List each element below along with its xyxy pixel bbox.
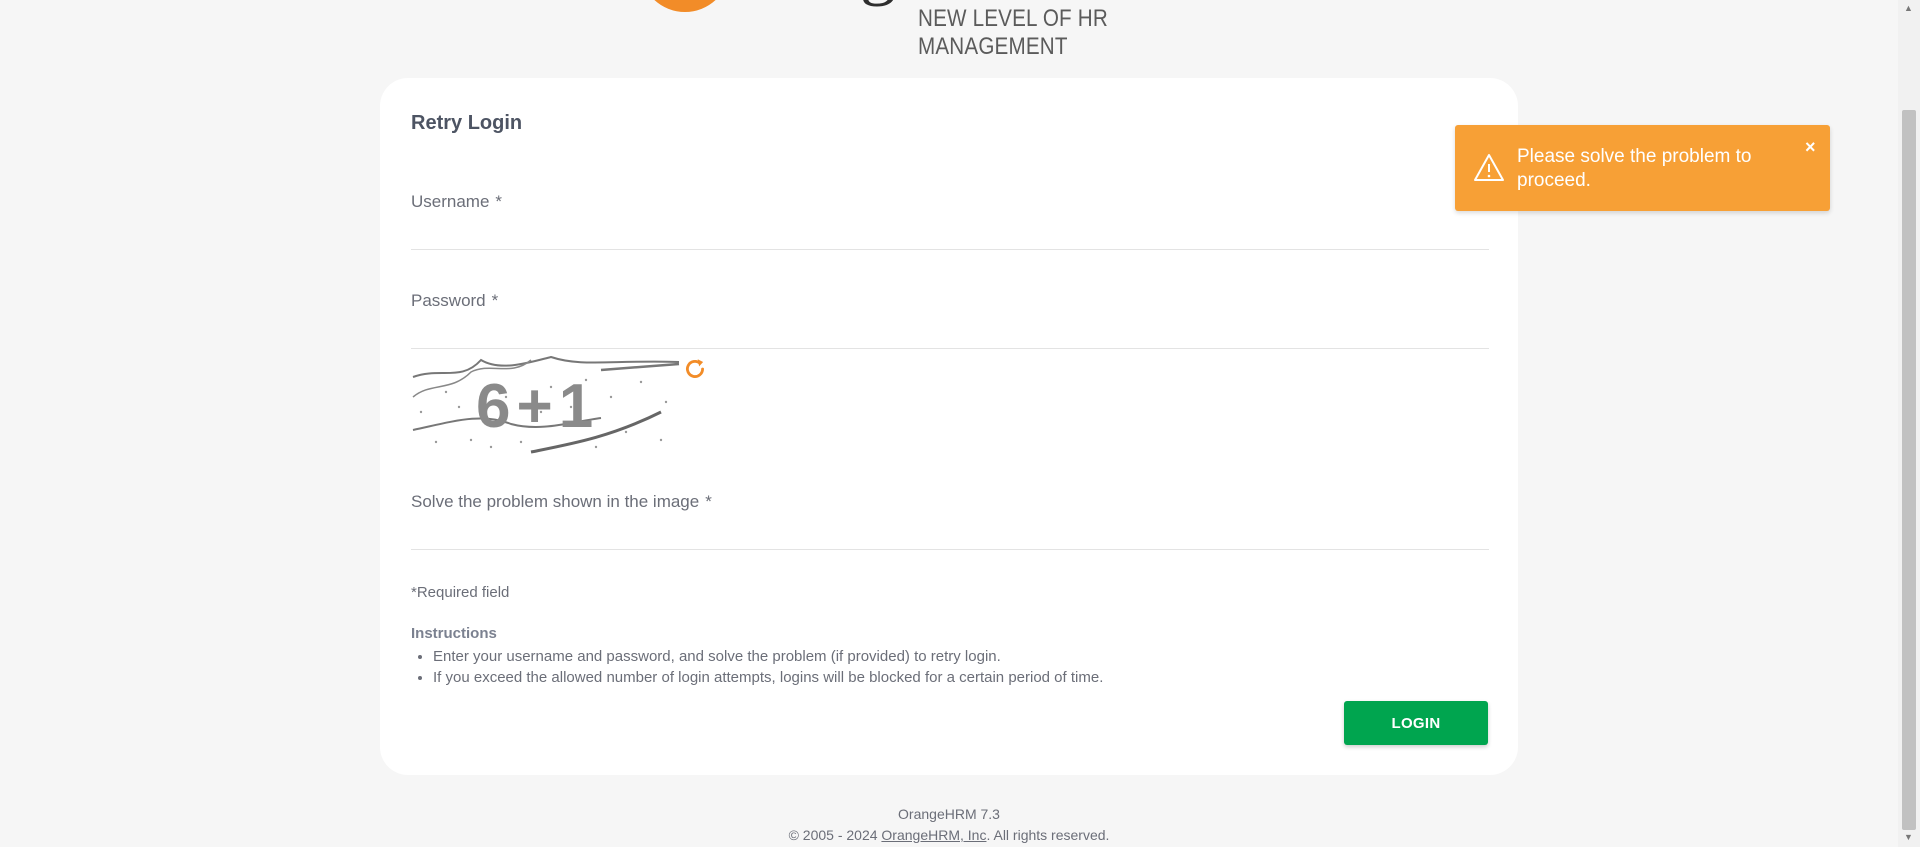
page-title: Retry Login bbox=[411, 112, 523, 134]
scroll-up-icon[interactable]: ▲ bbox=[1904, 3, 1913, 13]
copyright-suffix: . All rights reserved. bbox=[986, 827, 1110, 843]
required-mark: * bbox=[491, 291, 499, 310]
logo: g NEW LEVEL OF HR MANAGEMENT bbox=[640, 0, 1280, 60]
logo-tagline: NEW LEVEL OF HR MANAGEMENT bbox=[918, 5, 1108, 60]
password-input[interactable] bbox=[411, 311, 1489, 349]
username-field: Username * bbox=[411, 192, 1489, 250]
password-field: Password * bbox=[411, 291, 1489, 349]
logo-ring bbox=[640, 0, 730, 12]
captcha-input[interactable] bbox=[411, 512, 1489, 550]
captcha-image: 6+1 bbox=[412, 355, 680, 454]
captcha-field: Solve the problem shown in the image * bbox=[411, 492, 1489, 550]
captcha-text: 6+1 bbox=[476, 372, 599, 441]
footer-copyright: © 2005 - 2024 OrangeHRM, Inc. All rights… bbox=[0, 827, 1898, 843]
warning-icon bbox=[1474, 154, 1504, 181]
username-label: Username bbox=[411, 192, 490, 211]
company-link[interactable]: OrangeHRM, Inc bbox=[881, 827, 986, 843]
close-icon[interactable]: × bbox=[1805, 137, 1816, 158]
instruction-item: If you exceed the allowed number of logi… bbox=[433, 667, 1411, 688]
instructions-list: Enter your username and password, and so… bbox=[411, 646, 1411, 688]
instruction-item: Enter your username and password, and so… bbox=[433, 646, 1411, 667]
login-button[interactable]: LOGIN bbox=[1344, 701, 1488, 745]
captcha-label: Solve the problem shown in the image bbox=[411, 492, 700, 511]
instructions: Instructions Enter your username and pas… bbox=[411, 625, 1411, 688]
scroll-down-icon[interactable]: ▼ bbox=[1904, 832, 1913, 842]
scrollbar[interactable]: ▲ ▼ bbox=[1898, 0, 1920, 847]
logo-text: g bbox=[860, 0, 896, 9]
toast-message: Please solve the problem to proceed. bbox=[1517, 146, 1752, 191]
scrollbar-thumb[interactable] bbox=[1902, 110, 1916, 830]
instructions-title: Instructions bbox=[411, 625, 497, 642]
password-label: Password bbox=[411, 291, 486, 310]
footer-version: OrangeHRM 7.3 bbox=[898, 806, 1000, 822]
login-card: Retry Login Username * Password * 6+1 So… bbox=[380, 78, 1518, 775]
required-mark: * bbox=[495, 192, 503, 211]
refresh-icon[interactable] bbox=[682, 356, 708, 382]
username-input[interactable] bbox=[411, 212, 1489, 250]
warning-toast: Please solve the problem to proceed. × bbox=[1455, 125, 1830, 211]
required-mark: * bbox=[705, 492, 712, 511]
required-field-note: *Required field bbox=[411, 584, 509, 601]
required-field-text: Required field bbox=[416, 584, 510, 601]
copyright-prefix: © 2005 - 2024 bbox=[788, 827, 882, 843]
